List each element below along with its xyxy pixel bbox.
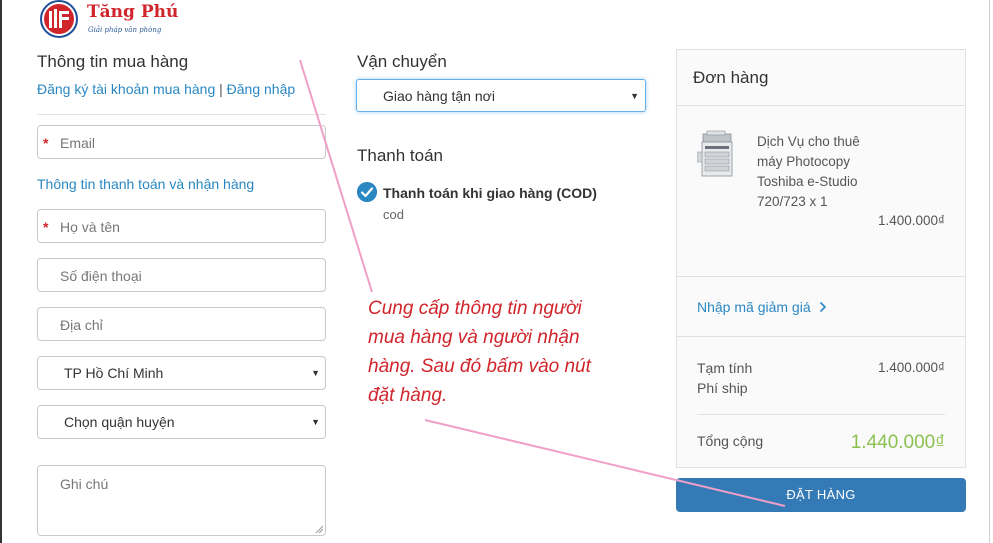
account-links: Đăng ký tài khoản mua hàng | Đăng nhập — [37, 81, 295, 97]
phone-placeholder: Số điện thoại — [60, 268, 142, 284]
photocopier-icon — [697, 130, 733, 177]
address-placeholder: Địa chỉ — [60, 317, 103, 333]
district-value: Chọn quận huyện — [64, 414, 175, 430]
order-divider — [677, 336, 965, 337]
total-value: 1.440.000₫ — [850, 432, 945, 453]
register-link[interactable]: Đăng ký tài khoản mua hàng — [37, 81, 215, 97]
window-right-edge — [989, 0, 990, 543]
order-divider — [697, 414, 945, 415]
email-field[interactable]: * Email — [37, 125, 326, 159]
subtotal-label: Tạm tính — [697, 360, 753, 376]
customer-info-title: Thông tin mua hàng — [37, 52, 189, 71]
caret-down-icon: ▼ — [311, 417, 320, 427]
note-textarea[interactable]: Ghi chú — [37, 465, 326, 536]
subtotal-value: 1.400.000₫ — [878, 360, 945, 375]
full-name-field[interactable]: * Họ và tên — [37, 209, 326, 243]
check-circle-icon[interactable] — [357, 182, 377, 202]
window-left-edge — [0, 0, 2, 543]
shipping-title: Vận chuyển — [357, 52, 447, 71]
payment-option-label[interactable]: Thanh toán khi giao hàng (COD) — [383, 185, 597, 201]
order-summary-panel: Đơn hàng Dịch Vụ cho thuê máy Photocopy … — [676, 49, 966, 468]
brand-logo[interactable]: Tăng Phú Giải pháp văn phòng — [40, 0, 180, 40]
email-placeholder: Email — [60, 135, 96, 151]
product-name: Dịch Vụ cho thuê máy Photocopy Toshiba e… — [757, 134, 860, 209]
note-placeholder: Ghi chú — [60, 476, 109, 492]
customer-divider — [37, 114, 326, 115]
coupon-link[interactable]: Nhập mã giảm giá — [697, 299, 827, 315]
required-mark: * — [43, 219, 49, 235]
login-link[interactable]: Đăng nhập — [227, 81, 296, 97]
phone-field[interactable]: Số điện thoại — [37, 258, 326, 292]
shipping-fee-label: Phí ship — [697, 380, 748, 396]
billing-info-link[interactable]: Thông tin thanh toán và nhận hàng — [37, 176, 254, 192]
annotation-text: Cung cấp thông tin người mua hàng và ngư… — [368, 298, 591, 406]
brand-name: Tăng Phú — [87, 2, 179, 22]
shipping-method-select[interactable]: Giao hàng tận nơi ▼ — [356, 79, 646, 112]
required-mark: * — [43, 135, 49, 151]
brand-tagline: Giải pháp văn phòng — [88, 26, 162, 34]
place-order-button[interactable]: ĐẶT HÀNG — [676, 478, 966, 512]
city-value: TP Hồ Chí Minh — [64, 365, 164, 381]
payment-title: Thanh toán — [357, 146, 444, 165]
payment-option-sub: cod — [383, 207, 404, 222]
city-select[interactable]: TP Hồ Chí Minh ▼ — [37, 356, 326, 390]
chevron-right-icon — [819, 301, 826, 313]
coupon-link-label: Nhập mã giảm giá — [697, 299, 811, 315]
tang-phu-logo-icon — [40, 0, 78, 38]
caret-down-icon: ▼ — [311, 368, 320, 378]
link-separator: | — [219, 81, 223, 97]
address-field[interactable]: Địa chỉ — [37, 307, 326, 341]
product-price: 1.400.000₫ — [878, 213, 945, 228]
resize-handle-icon[interactable] — [315, 525, 323, 533]
order-header: Đơn hàng — [677, 50, 965, 106]
total-label: Tổng cộng — [697, 433, 764, 449]
caret-down-icon: ▼ — [630, 91, 639, 101]
district-select[interactable]: Chọn quận huyện ▼ — [37, 405, 326, 439]
order-title: Đơn hàng — [693, 68, 769, 87]
full-name-placeholder: Họ và tên — [60, 219, 120, 235]
shipping-method-value: Giao hàng tận nơi — [383, 88, 495, 104]
order-divider — [677, 276, 965, 277]
